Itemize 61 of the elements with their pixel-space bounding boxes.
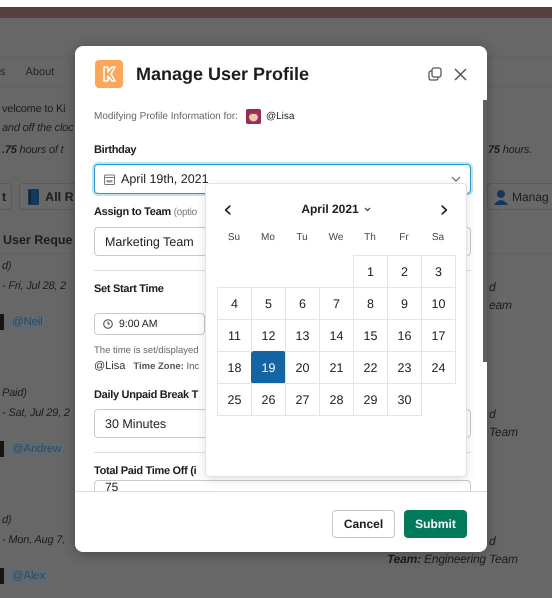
field-label: Assign to Team (optio <box>94 205 197 220</box>
calendar-icon <box>104 174 115 184</box>
previous-month-button[interactable]: ‹ <box>217 199 239 219</box>
timezone-note: The time is set/displayed <box>94 344 200 357</box>
next-month-button[interactable]: › <box>433 199 455 219</box>
request-dates: - Fri, Jul 28, 2 <box>2 279 66 294</box>
month-select[interactable]: April 2021 <box>295 201 377 217</box>
request-detail: Team: Engineering Team <box>387 551 518 568</box>
timezone-text: Time Zone: Inc <box>133 360 200 373</box>
user-mention[interactable]: @Lisa <box>266 111 294 122</box>
field-label: Set Start Time <box>94 282 164 296</box>
request-detail: Team <box>489 424 518 441</box>
weekday-label: Mo <box>260 232 276 245</box>
subject-label: Modifying Profile Information for: <box>94 111 238 122</box>
weekday-label: Th <box>363 232 377 245</box>
request-dates: - Sat, Jul 29, 2 <box>2 406 70 421</box>
weekday-label: Tu <box>295 232 309 245</box>
clock-icon <box>103 319 113 329</box>
calendar-day[interactable]: 4 <box>217 287 252 320</box>
submit-button[interactable]: Submit <box>404 510 467 538</box>
request-status: d) <box>2 513 12 528</box>
book-icon <box>28 188 40 204</box>
weekday-label: Sa <box>430 232 446 245</box>
calendar-day[interactable]: 3 <box>421 255 456 288</box>
welcome-text: .75 hours of t <box>2 142 64 158</box>
calendar-day[interactable]: 18 <box>217 351 252 384</box>
copy-icon[interactable] <box>428 67 442 81</box>
calendar-day[interactable]: 25 <box>217 383 252 416</box>
caret-icon <box>364 206 371 212</box>
request-detail: d <box>489 406 497 423</box>
dialog-title: Manage User Profile <box>136 64 310 84</box>
chevron-down-icon <box>451 176 461 182</box>
cancel-button[interactable]: Cancel <box>332 510 395 538</box>
request-status: Paid) <box>2 386 27 401</box>
date-field[interactable]: April 19th, 2021 <box>94 164 471 194</box>
weekday-label: We <box>328 232 344 245</box>
weekday-label: Su <box>226 232 242 245</box>
close-icon[interactable] <box>454 68 467 80</box>
request-detail: d <box>489 279 497 296</box>
welcome-text: velcome to Ki <box>2 102 66 117</box>
person-icon <box>494 188 508 204</box>
request-detail: d <box>489 533 497 550</box>
welcome-text: and off the cloc <box>2 121 74 136</box>
weekday-label: Fr <box>398 232 410 245</box>
calendar-day[interactable]: 26 <box>251 383 286 416</box>
hours-summary: 75 hours. <box>488 142 534 158</box>
calendar-day[interactable]: 1 <box>353 255 388 288</box>
field-label: Total Paid Time Off (i <box>94 464 196 478</box>
calendar-day[interactable]: 24 <box>421 351 456 384</box>
request-detail: eam <box>489 297 512 314</box>
logo-icon <box>95 60 123 88</box>
calendar-day[interactable]: 19 <box>251 351 286 384</box>
calendar-day[interactable]: 30 <box>387 383 422 416</box>
request-dates: - Mon, Aug 7, <box>2 533 66 548</box>
field-label: Daily Unpaid Break T <box>94 388 198 402</box>
time-field[interactable]: 9:00 AM <box>94 313 205 335</box>
scrollbar[interactable] <box>483 100 487 362</box>
field-label: Birthday <box>94 143 136 157</box>
number-field[interactable]: 75 <box>94 480 471 491</box>
user-mention[interactable]: @Lisa <box>94 360 126 373</box>
request-status: d) <box>2 259 12 274</box>
